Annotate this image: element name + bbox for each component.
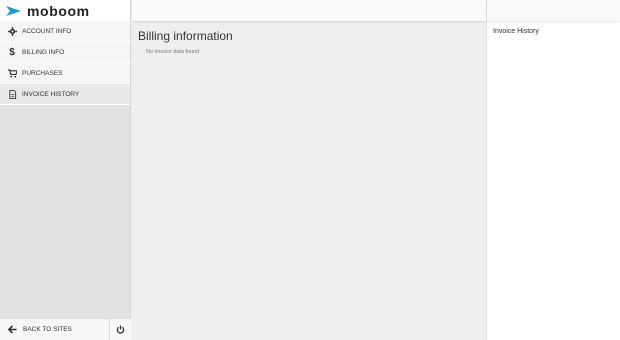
page-title: Billing information (138, 29, 233, 43)
sidebar-nav: ACCOUNT INFO $ BILLING INFO PURCHASES IN… (0, 21, 130, 105)
cart-icon (7, 68, 17, 78)
brand-logo[interactable]: moboom (0, 0, 130, 21)
right-panel: Invoice History (486, 0, 620, 340)
arrow-left-icon (8, 325, 17, 334)
sidebar-item-label: INVOICE HISTORY (22, 90, 80, 98)
brand-name: moboom (27, 2, 90, 19)
sidebar-item-label: BILLING INFO (22, 48, 65, 56)
back-to-sites-label: BACK TO SITES (23, 326, 72, 333)
main-content: Billing information No invoice data foun… (132, 0, 486, 340)
gear-icon (7, 26, 17, 36)
sidebar-item-label: ACCOUNT INFO (22, 27, 72, 35)
sidebar-item-account-info[interactable]: ACCOUNT INFO (0, 21, 130, 42)
sidebar-footer: BACK TO SITES (0, 318, 131, 340)
power-icon (116, 325, 125, 334)
sidebar: moboom ACCOUNT INFO $ BILLING INFO PURCH… (0, 0, 131, 340)
dollar-icon: $ (9, 46, 15, 58)
empty-state-text: No invoice data found (146, 49, 200, 55)
sidebar-item-invoice-history[interactable]: INVOICE HISTORY (0, 84, 130, 105)
sidebar-item-label: PURCHASES (22, 69, 63, 77)
sidebar-item-purchases[interactable]: PURCHASES (0, 63, 130, 84)
document-icon (7, 89, 17, 99)
sidebar-item-billing-info[interactable]: $ BILLING INFO (0, 42, 130, 63)
right-panel-title: Invoice History (493, 28, 539, 35)
logout-button[interactable] (109, 319, 131, 340)
logo-arrow-icon (6, 5, 21, 16)
main-topbar (132, 0, 486, 21)
back-to-sites-button[interactable]: BACK TO SITES (0, 319, 109, 340)
right-topbar (487, 0, 620, 21)
